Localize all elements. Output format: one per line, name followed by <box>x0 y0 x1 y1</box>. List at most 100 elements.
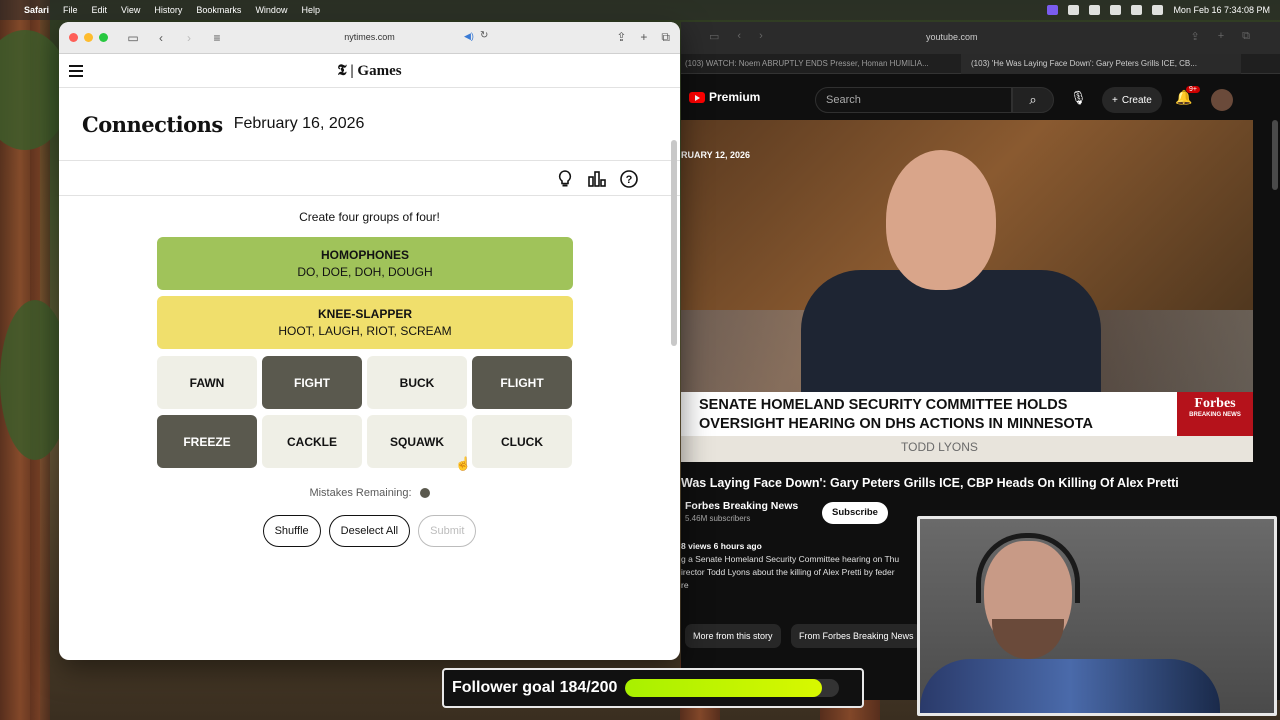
nyt-games-logo[interactable]: 𝕿 | Games <box>337 61 401 80</box>
tab-overview-icon[interactable]: ⧉ <box>1242 30 1250 43</box>
tile-freeze[interactable]: FREEZE <box>157 415 257 468</box>
hint-lightbulb-icon[interactable] <box>554 168 576 190</box>
video-player[interactable]: RUARY 12, 2026 SENATE HOMELAND SECURITY … <box>681 120 1253 462</box>
notification-badge: 9+ <box>1186 86 1200 93</box>
plus-icon: + <box>1112 94 1118 106</box>
control-center-icon[interactable] <box>1152 5 1164 15</box>
mistake-dot <box>419 488 430 499</box>
solved-group-homophones: HOMOPHONES DO, DOE, DOH, DOUGH <box>157 237 573 290</box>
menu-bookmarks[interactable]: Bookmarks <box>196 5 241 15</box>
description-more[interactable]: re <box>681 579 921 592</box>
nyt-t-icon: 𝕿 <box>337 61 347 79</box>
svg-text:?: ? <box>626 174 633 186</box>
chip-more-from-story[interactable]: More from this story <box>685 624 781 648</box>
video-description[interactable]: 8 views 6 hours ago g a Senate Homeland … <box>681 540 921 600</box>
mistakes-remaining: Mistakes Remaining: <box>59 487 680 499</box>
stats-chart-icon[interactable] <box>586 168 608 190</box>
youtube-play-icon <box>689 91 705 103</box>
description-line-1: g a Senate Homeland Security Committee h… <box>681 554 900 564</box>
safari-window: ▭ ‹ › ≡ nytimes.com ◀) ↻ ⇪ + ⧉ 𝕿 | Games… <box>59 22 680 660</box>
webcam-beard <box>992 619 1064 659</box>
youtube-search-input[interactable]: Search <box>815 87 1012 113</box>
tile-cackle[interactable]: CACKLE <box>262 415 362 468</box>
youtube-logo[interactable]: Premium <box>689 90 760 104</box>
solved-category: KNEE-SLAPPER <box>317 307 412 321</box>
deselect-all-button[interactable]: Deselect All <box>328 515 411 547</box>
nyt-games-label: Games <box>357 63 402 79</box>
game-date: February 16, 2026 <box>233 115 365 132</box>
forward-icon[interactable]: › <box>759 30 763 43</box>
subscriber-count: 5.46M subscribers <box>685 514 751 523</box>
menu-help[interactable]: Help <box>301 5 320 15</box>
forbes-logo-sub: BREAKING NEWS <box>1189 412 1241 418</box>
menu-edit[interactable]: Edit <box>92 5 108 15</box>
tile-buck[interactable]: BUCK <box>367 356 467 409</box>
channel-info[interactable]: Forbes Breaking News 5.46M subscribers <box>685 500 798 523</box>
menu-clock[interactable]: Mon Feb 16 7:34:08 PM <box>1173 5 1270 15</box>
microphone-icon[interactable]: 🎙 <box>1070 90 1087 106</box>
youtube-search-button[interactable]: ⌕ <box>1012 87 1054 113</box>
wifi-icon[interactable] <box>1110 5 1122 15</box>
menu-bar: Safari File Edit View History Bookmarks … <box>0 0 1280 20</box>
menu-file[interactable]: File <box>63 5 78 15</box>
shuffle-button[interactable]: Shuffle <box>262 515 321 547</box>
new-tab-icon[interactable]: + <box>1218 30 1224 43</box>
headphones-icon <box>976 533 1080 603</box>
follower-goal-label: Follower goal 184/200 <box>452 679 618 696</box>
tile-cluck[interactable]: CLUCK <box>472 415 572 468</box>
tile-grid: FAWN FIGHT BUCK FLIGHT FREEZE CACKLE SQU… <box>157 356 572 468</box>
solved-category: HOMOPHONES <box>320 248 409 262</box>
mistakes-label: Mistakes Remaining: <box>309 487 412 499</box>
game-title-row: Connections February 16, 2026 <box>59 88 680 161</box>
help-question-icon[interactable]: ? <box>618 168 640 190</box>
news-chyron: SENATE HOMELAND SECURITY COMMITTEE HOLDS… <box>681 392 1177 436</box>
description-line-2: irector Todd Lyons about the killing of … <box>681 567 895 577</box>
game-board: Create four groups of four! HOMOPHONES D… <box>59 210 680 547</box>
menu-history[interactable]: History <box>154 5 182 15</box>
chip-from-forbes[interactable]: From Forbes Breaking News <box>791 624 922 648</box>
solved-group-knee-slapper: KNEE-SLAPPER HOOT, LAUGH, RIOT, SCREAM <box>157 296 573 349</box>
youtube-url[interactable]: youtube.com <box>926 32 978 42</box>
search-icon[interactable] <box>1131 5 1143 15</box>
audio-icon[interactable]: ◀) <box>464 31 474 42</box>
screen-record-icon[interactable] <box>1047 5 1059 15</box>
webcam-overlay <box>917 516 1277 716</box>
share-icon[interactable]: ⇪ <box>1190 30 1199 43</box>
tile-squawk[interactable]: SQUAWK <box>367 415 467 468</box>
submit-button[interactable]: Submit <box>418 515 477 547</box>
action-buttons: Shuffle Deselect All Submit <box>59 515 680 547</box>
create-button[interactable]: + Create <box>1102 87 1162 113</box>
safari-toolbar: ▭ ‹ › ≡ nytimes.com ◀) ↻ ⇪ + ⧉ <box>59 22 680 54</box>
pointer-cursor-icon: ☝ <box>455 456 472 471</box>
menu-view[interactable]: View <box>121 5 140 15</box>
channel-name[interactable]: Forbes Breaking News <box>685 500 798 512</box>
follower-goal-widget: Follower goal 184/200 <box>442 668 864 708</box>
reload-icon[interactable]: ↻ <box>480 30 488 41</box>
tile-flight[interactable]: FLIGHT <box>472 356 572 409</box>
avatar[interactable] <box>1211 89 1233 111</box>
menu-app-name[interactable]: Safari <box>24 5 49 15</box>
youtube-toolbar: ▭ ‹ › youtube.com ⇪ + ⧉ <box>681 22 1280 54</box>
menu-window[interactable]: Window <box>255 5 287 15</box>
sidebar-icon[interactable]: ▭ <box>709 30 719 43</box>
instructions: Create four groups of four! <box>299 210 440 224</box>
youtube-scrollbar[interactable] <box>1272 120 1278 190</box>
status-icon[interactable] <box>1068 5 1080 15</box>
hamburger-menu-icon[interactable] <box>69 65 83 80</box>
solved-words: HOOT, LAUGH, RIOT, SCREAM <box>278 324 452 338</box>
chyron-line-1: SENATE HOMELAND SECURITY COMMITTEE HOLDS <box>699 397 1068 413</box>
forbes-logo: Forbes BREAKING NEWS <box>1177 392 1253 436</box>
solved-words: DO, DOE, DOH, DOUGH <box>297 265 433 279</box>
subscribe-button[interactable]: Subscribe <box>822 502 888 524</box>
follower-goal-progress <box>625 679 840 697</box>
battery-icon[interactable] <box>1089 5 1101 15</box>
back-icon[interactable]: ‹ <box>737 30 741 43</box>
youtube-header: Premium Search ⌕ 🎙 + Create 🔔 9+ <box>681 74 1280 120</box>
tile-fight[interactable]: FIGHT <box>262 356 362 409</box>
nyt-header: 𝕿 | Games <box>59 54 680 88</box>
address-bar[interactable]: nytimes.com <box>59 32 680 42</box>
tab-noem[interactable]: (103) WATCH: Noem ABRUPTLY ENDS Presser,… <box>681 59 961 68</box>
forbes-logo-text: Forbes <box>1194 396 1236 411</box>
tile-fawn[interactable]: FAWN <box>157 356 257 409</box>
tab-peters[interactable]: (103) 'He Was Laying Face Down': Gary Pe… <box>961 53 1241 74</box>
